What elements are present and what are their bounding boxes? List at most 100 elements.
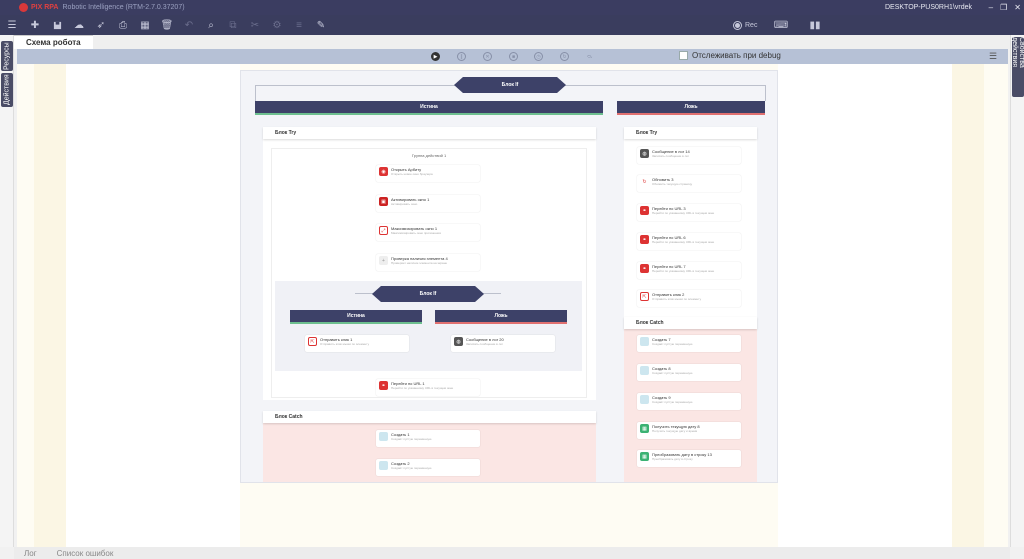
- refresh-icon: ↻: [640, 177, 649, 186]
- app-title: Robotic Intelligence (RTM-2.7.0.37207): [62, 4, 185, 11]
- action-node[interactable]: Создать 9 Создаёт пустую переменную: [637, 393, 741, 410]
- tab-actions[interactable]: Действия: [1, 73, 13, 107]
- link-icon: ⚭: [640, 206, 649, 215]
- rocket-icon[interactable]: ➶: [90, 15, 112, 35]
- action-node[interactable]: ▣ Активировать окно 1 Активировать окно: [376, 195, 480, 212]
- inner-branch-false-header[interactable]: Ложь: [435, 310, 567, 324]
- inner-branch-true-header[interactable]: Истина: [290, 310, 422, 324]
- action-node[interactable]: Создать 7 Создаёт пустую переменную: [637, 335, 741, 352]
- stop-icon[interactable]: ✕: [483, 52, 492, 61]
- rec-button[interactable]: Rec: [733, 15, 757, 35]
- connector-line: [765, 85, 766, 101]
- node-subtitle: Перейти по указанному URL в текущем окне: [652, 269, 715, 273]
- link-icon: ⚭: [640, 264, 649, 273]
- main-toolbar: ☰ ✚ ☁ ➶ ⎙ ▦ 🗑 ↶ ⌕ ⧉ ✂ ⚙ ≡ ✎: [0, 15, 1024, 35]
- track-debug-toggle[interactable]: Отслеживать при debug: [679, 51, 781, 60]
- print-icon[interactable]: ⎙: [112, 15, 134, 35]
- filter-settings-icon[interactable]: ☰: [989, 51, 997, 62]
- document-tabs: Схема робота: [14, 35, 1010, 49]
- tab-log[interactable]: Лог: [14, 547, 47, 559]
- maximize-window-icon: ⤢: [379, 226, 388, 235]
- settings-icon[interactable]: ⚙: [266, 15, 288, 35]
- tab-error-list[interactable]: Список ошибок: [47, 547, 124, 559]
- date-convert-icon: ▦: [640, 452, 649, 461]
- step-over-icon[interactable]: ⤼: [585, 52, 594, 61]
- step-into-icon[interactable]: ↻: [560, 52, 569, 61]
- edit-icon[interactable]: ✎: [310, 15, 332, 35]
- action-node[interactable]: Создать 2 Создаёт пустую переменную: [376, 459, 480, 476]
- title-bar: PIX RPA Robotic Intelligence (RTM-2.7.0.…: [0, 0, 1024, 15]
- action-node[interactable]: ⚭ Перейти по URL 6 Перейти по указанному …: [637, 233, 741, 250]
- action-node[interactable]: Создать 8 Создаёт пустую переменную: [637, 364, 741, 381]
- clock-icon[interactable]: ◷: [534, 52, 543, 61]
- catch-block-header[interactable]: Блок Catch: [624, 317, 757, 329]
- tab-robot-scheme[interactable]: Схема робота: [14, 35, 93, 49]
- action-node[interactable]: + Проверка наличия элемента 4 Проверяет н…: [376, 254, 480, 271]
- action-node[interactable]: Создать 1 Создаёт пустую переменную: [376, 430, 480, 447]
- node-subtitle: Записать сообщение в лог: [652, 154, 690, 158]
- node-subtitle: Проверяет наличие элемента на экране: [391, 261, 448, 265]
- action-node[interactable]: ◍ Сообщение в лог 20 Записать сообщение в…: [451, 335, 555, 352]
- click-icon: ⇱: [640, 292, 649, 301]
- canvas-stripe: [778, 64, 952, 547]
- calendar-icon: ▦: [640, 424, 649, 433]
- action-node[interactable]: ◉ Открыть Арбиту Открыть новое окно брауз…: [376, 165, 480, 182]
- try-block-header[interactable]: Блок Try: [624, 127, 757, 139]
- action-node[interactable]: ▦ Получить текущую дату 8 Получить текущу…: [637, 422, 741, 439]
- connector-line: [255, 85, 256, 101]
- action-node[interactable]: ⤢ Максимизировать окно 1 Максимизировать …: [376, 224, 480, 241]
- variable-icon: [379, 432, 388, 441]
- cloud-upload-icon[interactable]: ☁: [68, 15, 90, 35]
- node-subtitle: Активировать окно: [391, 202, 418, 206]
- branch-true-header[interactable]: Истина: [255, 101, 603, 115]
- tab-resources[interactable]: Ресурсы: [1, 41, 13, 71]
- maximize-button[interactable]: ❐: [1000, 3, 1007, 12]
- node-subtitle: Создаёт пустую переменную: [652, 342, 693, 346]
- action-node[interactable]: ⚭ Перейти по URL 3 Перейти по указанному …: [637, 204, 741, 221]
- track-debug-label: Отслеживать при debug: [692, 51, 781, 60]
- list-icon[interactable]: ≡: [288, 15, 310, 35]
- action-node[interactable]: ⇱ Отправить клик 2 Отправить клик мыши по…: [637, 290, 741, 307]
- pause-icon[interactable]: ∥: [457, 52, 466, 61]
- catch-block-header[interactable]: Блок Catch: [263, 411, 596, 423]
- variable-icon: [640, 366, 649, 375]
- branch-false-header[interactable]: Ложь: [617, 101, 765, 115]
- left-side-panel: Ресурсы Действия: [0, 35, 14, 547]
- action-node[interactable]: ⚭ Перейти по URL 1 Перейти по указанному …: [376, 379, 480, 396]
- app-logo-icon: [19, 3, 28, 12]
- menu-icon[interactable]: ☰: [0, 15, 24, 35]
- inner-condition-if-block[interactable]: Блок If: [372, 286, 484, 302]
- action-node[interactable]: ↻ Обновить 3 Обновить текущую страницу: [637, 175, 741, 192]
- tab-action-properties[interactable]: Свойства действия: [1011, 37, 1024, 97]
- minimize-button[interactable]: –: [989, 3, 993, 12]
- book-icon[interactable]: ▮▮: [804, 15, 826, 35]
- node-subtitle: Записать сообщение в лог: [466, 342, 504, 346]
- node-subtitle: Открыть новое окно браузера: [391, 172, 433, 176]
- close-button[interactable]: ✕: [1014, 3, 1021, 12]
- delete-icon[interactable]: 🗑: [156, 15, 178, 35]
- save-icon[interactable]: [46, 15, 68, 35]
- try-block-header[interactable]: Блок Try: [263, 127, 596, 139]
- action-node[interactable]: ◍ Сообщение в лог 14 Записать сообщение в…: [637, 147, 741, 164]
- bottom-panel-tabs: Лог Список ошибок: [14, 547, 1010, 559]
- step-icon[interactable]: ■: [509, 52, 518, 61]
- machine-name: DESKTOP-PUS0RH1\vrdek: [884, 4, 972, 11]
- search-icon[interactable]: ⌕: [200, 15, 222, 35]
- click-icon: ⇱: [308, 337, 317, 346]
- keyboard-icon[interactable]: ⌨: [770, 15, 792, 35]
- rec-label: Rec: [745, 21, 758, 29]
- play-icon[interactable]: ▶: [431, 52, 440, 61]
- brand-name: PIX RPA: [31, 4, 59, 11]
- grid-icon[interactable]: ▦: [134, 15, 156, 35]
- variable-icon: [640, 337, 649, 346]
- action-node[interactable]: ▦ Преобразовать дату в строку 13 Преобраз…: [637, 450, 741, 467]
- node-subtitle: Отправить клик мыши по элементу: [652, 297, 702, 301]
- action-node[interactable]: ⚭ Перейти по URL 7 Перейти по указанному …: [637, 262, 741, 279]
- undo-icon[interactable]: ↶: [178, 15, 200, 35]
- condition-if-block[interactable]: Блок If: [454, 77, 566, 93]
- track-debug-checkbox[interactable]: [679, 51, 688, 60]
- add-icon[interactable]: ✚: [24, 15, 46, 35]
- copy-icon[interactable]: ⧉: [222, 15, 244, 35]
- action-node[interactable]: ⇱ Отправить клик 1 Отправить клик мыши по…: [305, 335, 409, 352]
- cut-icon[interactable]: ✂: [244, 15, 266, 35]
